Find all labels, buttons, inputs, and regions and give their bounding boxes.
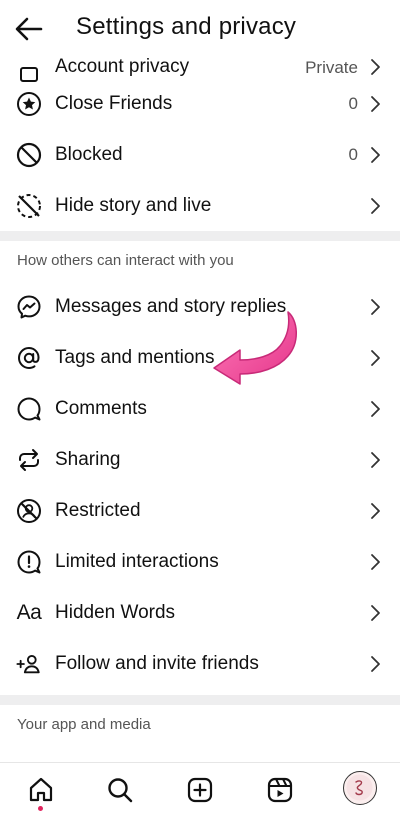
sharing-label: Sharing	[55, 448, 121, 470]
account-privacy-value: Private	[305, 58, 358, 77]
notification-dot	[38, 806, 43, 811]
hidden-words-label: Hidden Words	[55, 601, 176, 623]
chevron-right-icon	[371, 553, 380, 570]
settings-list[interactable]: Account privacy Private Close Friends 0 …	[0, 40, 400, 762]
section-header-interact: How others can interact with you	[0, 241, 400, 281]
profile-avatar[interactable]	[343, 771, 377, 805]
hidden-words-row[interactable]: Aa Hidden Words	[0, 587, 400, 638]
chevron-right-icon	[371, 502, 380, 519]
page-title: Settings and privacy	[76, 13, 297, 40]
create-icon[interactable]	[185, 775, 215, 805]
chevron-right-icon	[371, 349, 380, 366]
section-header-app-media: Your app and media	[0, 705, 400, 745]
blocked-label: Blocked	[55, 143, 123, 165]
chevron-right-icon	[371, 95, 380, 112]
hide-story-icon	[16, 193, 42, 219]
restricted-row[interactable]: Restricted	[0, 485, 400, 536]
comment-icon	[16, 396, 42, 422]
account-privacy-label: Account privacy	[55, 56, 190, 77]
chevron-right-icon	[371, 451, 380, 468]
close-friends-count: 0	[348, 93, 358, 113]
text-aa-icon: Aa	[16, 600, 42, 626]
section-divider	[0, 231, 400, 241]
back-arrow-icon[interactable]	[14, 16, 44, 42]
chevron-right-icon	[371, 655, 380, 672]
top-app-bar: Settings and privacy	[0, 0, 400, 56]
tags-mentions-row[interactable]: Tags and mentions	[0, 332, 400, 383]
blocked-icon	[16, 142, 42, 168]
chevron-right-icon	[371, 59, 380, 75]
tags-mentions-label: Tags and mentions	[55, 346, 215, 368]
follow-invite-label: Follow and invite friends	[55, 652, 259, 674]
chevron-right-icon	[371, 298, 380, 315]
comments-label: Comments	[55, 397, 147, 419]
section-divider	[0, 695, 400, 705]
home-icon[interactable]	[26, 775, 56, 805]
blocked-count: 0	[348, 144, 358, 164]
limited-interactions-label: Limited interactions	[55, 550, 219, 572]
search-icon[interactable]	[105, 775, 135, 805]
hide-story-row[interactable]: Hide story and live	[0, 180, 400, 231]
chevron-right-icon	[371, 146, 380, 163]
chevron-right-icon	[371, 197, 380, 214]
messages-row[interactable]: Messages and story replies	[0, 281, 400, 332]
chevron-right-icon	[371, 400, 380, 417]
text-aa-glyph: Aa	[16, 600, 42, 624]
comments-row[interactable]: Comments	[0, 383, 400, 434]
close-friends-label: Close Friends	[55, 92, 173, 114]
share-repost-icon	[16, 447, 42, 473]
sharing-row[interactable]: Sharing	[0, 434, 400, 485]
blocked-row[interactable]: Blocked 0	[0, 129, 400, 180]
add-person-icon	[16, 651, 42, 677]
chevron-right-icon	[371, 604, 380, 621]
close-friends-row[interactable]: Close Friends 0	[0, 78, 400, 129]
bottom-navigation	[0, 762, 400, 820]
star-circle-icon	[16, 91, 42, 117]
follow-invite-row[interactable]: Follow and invite friends	[0, 638, 400, 689]
at-sign-icon	[16, 345, 42, 371]
limited-interactions-row[interactable]: Limited interactions	[0, 536, 400, 587]
restricted-icon	[16, 498, 42, 524]
hide-story-label: Hide story and live	[55, 194, 212, 216]
section-title: How others can interact with you	[17, 252, 234, 269]
reels-icon[interactable]	[265, 775, 295, 805]
restricted-label: Restricted	[55, 499, 141, 521]
section-title: Your app and media	[17, 716, 151, 733]
limited-interactions-icon	[16, 549, 42, 575]
messenger-icon	[16, 294, 42, 320]
messages-label: Messages and story replies	[55, 295, 287, 317]
